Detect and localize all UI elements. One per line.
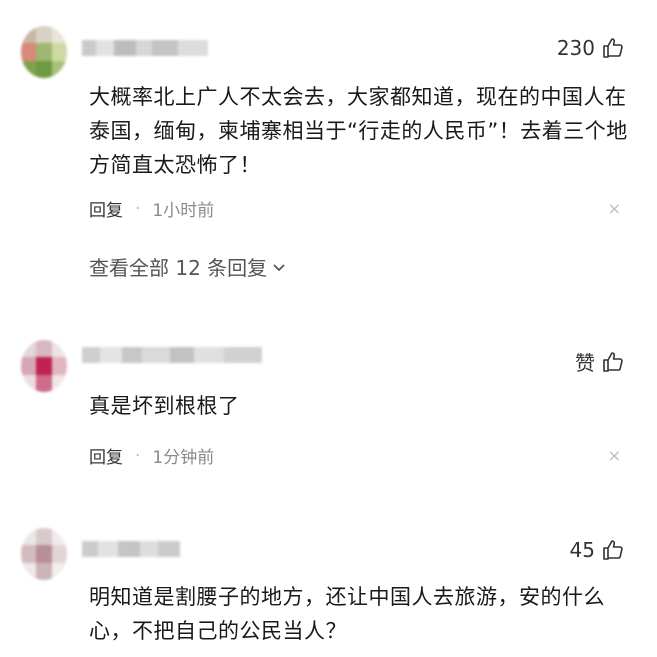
comment-text-line: 明知道是割腰子的地方，还让中国人去旅游，安的什么 <box>89 585 605 609</box>
separator-dot: · <box>135 198 141 219</box>
comment-text: 真是坏到根根了 <box>89 389 634 423</box>
reply-button[interactable]: 回复 <box>89 196 123 221</box>
comment-text-line: 方简直太恐怖了！ <box>89 153 261 177</box>
avatar[interactable] <box>21 528 67 580</box>
close-icon[interactable]: × <box>608 199 621 218</box>
like-count-value: 230 <box>556 36 595 60</box>
thumb-up-icon[interactable] <box>601 538 625 562</box>
comment-text-line: 泰国，缅甸，柬埔寨相当于“行走的人民币”！去着三个地 <box>89 119 628 143</box>
like-count-value: 45 <box>569 538 595 562</box>
comment-meta: 回复 · 1小时前 <box>89 196 215 222</box>
comment-text-line: 大概率北上广人不太会去，大家都知道，现在的中国人在 <box>89 85 627 109</box>
comment-text-line: 心，不把自己的公民当人？ <box>89 619 347 643</box>
comment-text: 大概率北上广人不太会去，大家都知道，现在的中国人在 泰国，缅甸，柬埔寨相当于“行… <box>89 80 634 182</box>
comment-meta: 回复 · 1分钟前 <box>89 443 215 469</box>
separator-dot: · <box>135 445 141 466</box>
like-count[interactable]: 230 <box>557 36 625 60</box>
comment-text-line: 真是坏到根根了 <box>89 394 240 418</box>
thumb-up-icon[interactable] <box>601 36 625 60</box>
reply-button[interactable]: 回复 <box>89 443 123 468</box>
avatar[interactable] <box>21 26 67 78</box>
timestamp: 1小时前 <box>152 201 215 221</box>
avatar[interactable] <box>21 340 67 392</box>
timestamp: 1分钟前 <box>152 448 215 468</box>
view-all-replies-button[interactable]: 查看全部 12 条回复 <box>89 252 287 281</box>
username-blurred[interactable] <box>82 541 180 557</box>
thumb-up-icon[interactable] <box>601 350 625 374</box>
comment-text: 明知道是割腰子的地方，还让中国人去旅游，安的什么 心，不把自己的公民当人？ <box>89 580 634 648</box>
like-count[interactable]: 45 <box>570 538 625 562</box>
view-all-replies-label: 查看全部 12 条回复 <box>89 256 268 280</box>
like-count[interactable]: 赞 <box>575 347 625 376</box>
close-icon[interactable]: × <box>608 446 621 465</box>
chevron-down-icon <box>273 263 285 271</box>
username-blurred[interactable] <box>82 347 262 363</box>
like-label: 赞 <box>575 351 595 375</box>
username-blurred[interactable] <box>82 40 208 56</box>
